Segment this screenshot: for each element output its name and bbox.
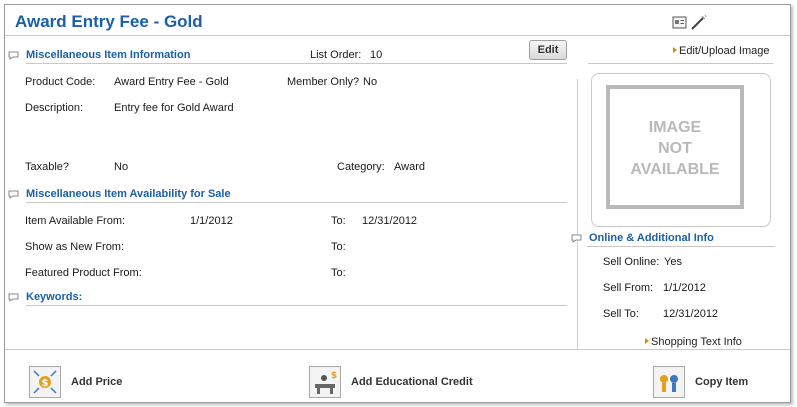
edit-upload-image-label: Edit/Upload Image bbox=[679, 45, 770, 57]
to-label: To: bbox=[331, 241, 346, 253]
page-title: Award Entry Fee - Gold bbox=[15, 12, 203, 31]
sell-online-value: Yes bbox=[664, 256, 682, 268]
edit-upload-image-link[interactable]: Edit/Upload Image bbox=[673, 45, 770, 57]
shopping-text-info-link[interactable]: Shopping Text Info bbox=[645, 336, 742, 348]
section-bubble-icon bbox=[8, 51, 19, 60]
image-not-available-placeholder: IMAGE NOT AVAILABLE bbox=[606, 85, 744, 209]
title-tools bbox=[672, 14, 710, 34]
add-price-button[interactable]: $ Add Price bbox=[29, 366, 122, 398]
availability-section-title: Miscellaneous Item Availability for Sale bbox=[26, 188, 231, 200]
category-label: Category: bbox=[337, 161, 385, 173]
add-educational-credit-button[interactable]: $ Add Educational Credit bbox=[309, 366, 473, 398]
item-available-label: Item Available From: bbox=[25, 215, 126, 227]
add-credit-icon: $ bbox=[309, 366, 341, 398]
show-new-label: Show as New From: bbox=[25, 241, 125, 253]
sell-from-label: Sell From: bbox=[603, 282, 654, 294]
section-divider bbox=[26, 305, 567, 306]
product-code-label: Product Code: bbox=[25, 76, 96, 88]
arrow-right-icon bbox=[645, 338, 649, 344]
section-divider bbox=[26, 202, 567, 203]
member-only-value: No bbox=[363, 76, 378, 88]
taxable-value: No bbox=[114, 161, 129, 173]
section-divider bbox=[588, 63, 773, 64]
description-label: Description: bbox=[25, 102, 84, 114]
wand-icon[interactable] bbox=[691, 14, 707, 30]
shopping-text-info-label: Shopping Text Info bbox=[651, 336, 742, 348]
id-card-icon[interactable] bbox=[672, 16, 687, 29]
item-available-from: 1/1/2012 bbox=[190, 215, 233, 227]
sell-from-value: 1/1/2012 bbox=[663, 282, 706, 294]
product-code-value: Award Entry Fee - Gold bbox=[114, 76, 229, 88]
member-only-label: Member Only? bbox=[287, 76, 360, 88]
svg-text:$: $ bbox=[331, 371, 337, 381]
add-credit-label: Add Educational Credit bbox=[351, 376, 473, 388]
to-label: To: bbox=[331, 267, 346, 279]
section-divider bbox=[26, 63, 567, 64]
category-value: Award bbox=[394, 161, 425, 173]
list-order-value: 10 bbox=[370, 49, 383, 61]
misc-section-title: Miscellaneous Item Information bbox=[26, 49, 191, 61]
arrow-right-icon bbox=[673, 47, 677, 53]
taxable-label: Taxable? bbox=[25, 161, 70, 173]
section-bubble-icon bbox=[8, 293, 19, 302]
edit-button[interactable]: Edit bbox=[529, 40, 567, 60]
sell-to-value: 12/31/2012 bbox=[663, 308, 719, 320]
product-image-frame[interactable]: IMAGE NOT AVAILABLE bbox=[591, 73, 771, 227]
add-price-label: Add Price bbox=[71, 376, 123, 388]
sell-to-label: Sell To: bbox=[603, 308, 639, 320]
online-section-title: Online & Additional Info bbox=[589, 232, 714, 244]
copy-item-label: Copy Item bbox=[695, 376, 749, 388]
sell-online-label: Sell Online: bbox=[603, 256, 660, 268]
action-footer: $ Add Price $ Add Educational Credit Cop… bbox=[5, 349, 790, 403]
featured-label: Featured Product From: bbox=[25, 267, 142, 279]
copy-item-icon bbox=[653, 366, 685, 398]
item-panel: Award Entry Fee - Gold Miscellaneous Ite… bbox=[4, 4, 791, 403]
placeholder-line: NOT bbox=[658, 140, 692, 157]
placeholder-line: IMAGE bbox=[648, 119, 702, 136]
copy-item-button[interactable]: Copy Item bbox=[653, 366, 748, 398]
section-bubble-icon bbox=[8, 190, 19, 199]
title-bar: Award Entry Fee - Gold bbox=[5, 5, 790, 36]
list-order-label: List Order: bbox=[310, 49, 362, 61]
column-divider bbox=[577, 79, 578, 349]
description-value: Entry fee for Gold Award bbox=[114, 102, 234, 114]
section-bubble-icon bbox=[571, 234, 582, 243]
item-available-to: 12/31/2012 bbox=[362, 215, 418, 227]
keywords-section-title: Keywords: bbox=[26, 291, 83, 303]
svg-text:$: $ bbox=[42, 378, 49, 389]
placeholder-line: AVAILABLE bbox=[630, 161, 720, 178]
to-label: To: bbox=[331, 215, 346, 227]
add-price-icon: $ bbox=[29, 366, 61, 398]
section-divider bbox=[587, 246, 775, 247]
